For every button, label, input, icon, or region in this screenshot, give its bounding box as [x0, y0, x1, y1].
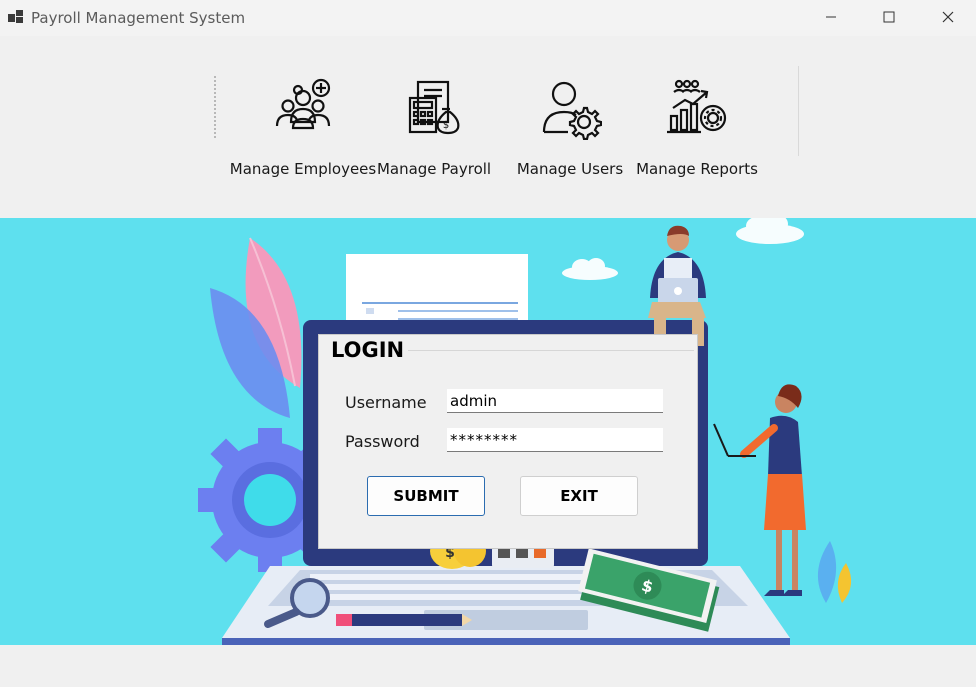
submit-button[interactable]: SUBMIT [367, 476, 485, 516]
username-input[interactable] [447, 389, 663, 413]
manage-employees-button[interactable]: Manage Employees [230, 70, 376, 190]
manage-users-label: Manage Users [516, 160, 624, 178]
minimize-button[interactable] [808, 0, 854, 34]
login-title: LOGIN [331, 338, 409, 362]
password-label: Password [345, 432, 420, 451]
minimize-icon [826, 16, 836, 18]
close-button[interactable] [925, 0, 971, 34]
toolstrip-grip[interactable] [214, 76, 218, 138]
svg-text:$: $ [443, 120, 449, 131]
app-icon [8, 10, 23, 23]
report-chart-icon [667, 79, 727, 134]
woman-illustration [713, 384, 806, 596]
maximize-button[interactable] [866, 0, 912, 34]
user-gear-icon [542, 81, 602, 140]
close-icon [942, 11, 954, 23]
group-add-icon [275, 78, 331, 130]
manage-reports-button[interactable]: Manage Reports [636, 70, 758, 190]
password-input[interactable] [447, 428, 663, 452]
window-title: Payroll Management System [31, 9, 246, 27]
leaf-decoration [210, 237, 302, 418]
manage-payroll-label: Manage Payroll [376, 160, 492, 178]
login-groupbox-border [400, 350, 694, 351]
pencil-illustration [336, 614, 472, 626]
manage-payroll-button[interactable]: $ Manage Payroll [376, 70, 492, 190]
username-label: Username [345, 393, 427, 412]
manage-reports-label: Manage Reports [636, 160, 758, 178]
title-bar: Payroll Management System [0, 0, 976, 36]
exit-button[interactable]: EXIT [520, 476, 638, 516]
calculator-money-icon: $ [408, 80, 460, 135]
plant-illustration [817, 541, 852, 603]
manage-users-button[interactable]: Manage Users [516, 70, 624, 190]
maximize-icon [883, 11, 895, 23]
manage-employees-label: Manage Employees [229, 160, 377, 178]
bottom-panel [0, 645, 976, 687]
